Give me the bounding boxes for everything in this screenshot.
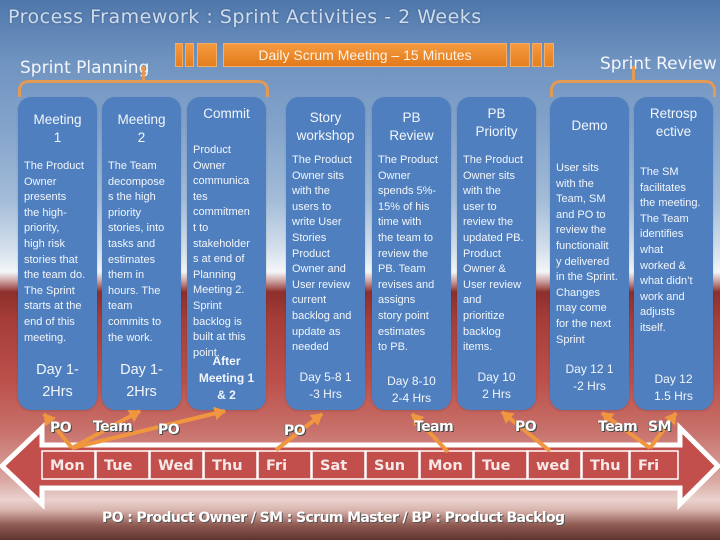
role-label: SM: [648, 419, 672, 435]
day-label: wed: [536, 458, 570, 474]
role-label: PO: [158, 422, 180, 438]
day-label: Fri: [638, 458, 660, 474]
abbreviation-legend: PO : Product Owner / SM : Scrum Master /…: [102, 510, 565, 526]
role-label: PO: [284, 423, 306, 439]
day-label: Mon: [428, 458, 463, 474]
day-label: Fri: [266, 458, 288, 474]
role-label: PO: [515, 419, 537, 435]
role-label: Team: [93, 419, 133, 435]
role-label: PO: [50, 420, 72, 436]
day-label: Tue: [104, 458, 133, 474]
day-label: Wed: [158, 458, 194, 474]
day-label: Thu: [590, 458, 621, 474]
day-label: Sat: [320, 458, 348, 474]
role-label: Team: [414, 419, 454, 435]
role-label: Team: [598, 419, 638, 435]
day-label: Sun: [374, 458, 406, 474]
day-label: Thu: [212, 458, 243, 474]
day-label: Mon: [50, 458, 85, 474]
day-label: Tue: [482, 458, 511, 474]
